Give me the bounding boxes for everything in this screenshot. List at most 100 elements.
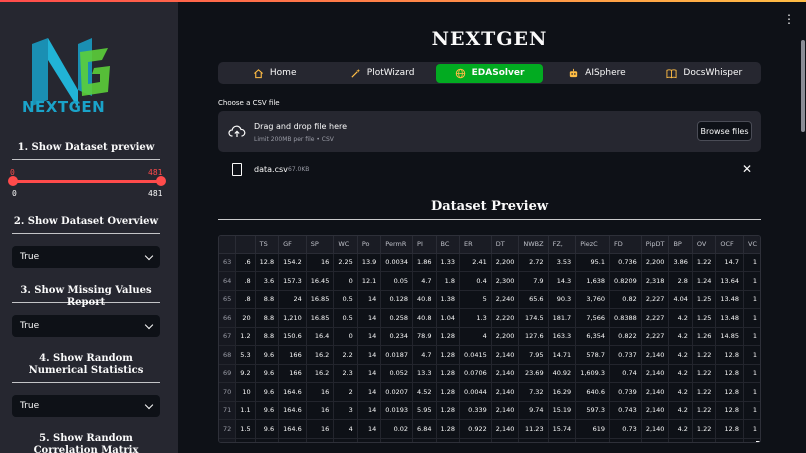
main-menu-icon[interactable]: ⋮ [783, 12, 795, 26]
table-cell: 13.48 [715, 290, 745, 309]
table-row-index: 69 [219, 364, 237, 383]
table-cell: 9.6 [255, 419, 280, 439]
table-cell: 1.28 [436, 327, 461, 346]
tab-edasolver[interactable]: EDASolver [435, 63, 544, 83]
table-cell: 40.92 [548, 364, 577, 383]
table-cell: 4.52 [412, 382, 437, 402]
chevron-down-icon [144, 400, 154, 409]
table-cell: 1.33 [436, 253, 461, 272]
table-cell: 1.28 [436, 364, 461, 383]
table-cell: 166 [278, 364, 307, 383]
table-cell: 2,140 [491, 382, 520, 402]
table-cell: 1.22 [692, 345, 717, 365]
tab-aisphere[interactable]: AISphere [543, 64, 650, 83]
tab-home[interactable]: Home [221, 64, 328, 83]
table-cell: 15.19 [548, 401, 577, 420]
table-cell: 0.74 [609, 364, 642, 383]
table-cell: 1.22 [692, 253, 717, 272]
table-column-header[interactable]: BC [436, 236, 461, 254]
divider [12, 159, 160, 160]
table-cell: 2,140 [491, 419, 520, 439]
table-column-header[interactable]: FD [609, 236, 642, 254]
divider [12, 233, 160, 234]
browse-files-button[interactable]: Browse files [697, 121, 752, 141]
dataset-overview-select[interactable]: True [12, 246, 160, 268]
table-cell: 7.9 [518, 271, 549, 291]
table-cell: 1.25 [692, 308, 717, 328]
table-column-header[interactable] [235, 236, 256, 254]
table-cell: 14 [357, 327, 382, 346]
table-cell: 13.64 [715, 271, 745, 291]
table-cell: 24 [278, 290, 307, 309]
page-scrollbar[interactable] [801, 40, 805, 132]
table-cell: 150.6 [278, 327, 307, 346]
table-row-index: 66 [219, 308, 237, 328]
table-cell: 14 [357, 308, 382, 328]
table-row: 731.39.6164.6162.5140.01413.891.280.0014… [219, 438, 760, 442]
chevron-down-icon [144, 251, 154, 260]
table-column-header[interactable]: PI [412, 236, 437, 254]
chevron-down-icon [144, 320, 154, 329]
table-cell: 0 [333, 327, 358, 346]
table-column-header[interactable]: SP [306, 236, 335, 254]
table-column-header[interactable]: PipDT [641, 236, 670, 254]
table-cell: 1 [743, 419, 760, 439]
table-column-header[interactable]: OCF [715, 236, 745, 254]
table-column-header[interactable]: PermR [380, 236, 414, 254]
sidebar-heading-correlation-matrix: 5. Show Random Correlation Matrix [33, 433, 139, 453]
table-cell: 2,140 [641, 345, 670, 365]
tab-label: Home [269, 68, 297, 78]
range-slider-track[interactable] [12, 180, 162, 183]
table-cell: 2,140 [491, 345, 520, 365]
table-cell: 1 [743, 345, 760, 365]
table-cell: 5 [459, 290, 492, 309]
file-dropzone[interactable]: Drag and drop file here Limit 200MB per … [218, 111, 761, 152]
table-cell: 95.1 [575, 253, 610, 272]
table-cell: 0.4 [459, 271, 492, 291]
table-cell: 154.2 [278, 253, 307, 272]
table-column-header[interactable]: FZ, [548, 236, 577, 254]
remove-file-close-icon[interactable]: ✕ [742, 162, 752, 176]
table-column-header[interactable]: NWBZ [518, 236, 549, 254]
table-column-header[interactable]: OV [692, 236, 717, 254]
missing-values-select[interactable]: True [12, 315, 160, 337]
table-cell: 4 [333, 419, 358, 439]
table-cell: 1.28 [436, 438, 461, 442]
numerical-statistics-select[interactable]: True [12, 395, 160, 417]
table-cell: 2.8 [668, 271, 693, 291]
table-column-header[interactable]: WC [333, 236, 358, 254]
table-column-header[interactable]: DT [491, 236, 520, 254]
table-column-header[interactable]: GF [278, 236, 307, 254]
table-cell: 14 [357, 364, 382, 383]
globe-icon [455, 68, 465, 78]
table-row-index: 63 [219, 253, 237, 272]
table-column-header[interactable]: ER [459, 236, 492, 254]
table-cell: 16 [306, 253, 335, 272]
table-cell: 14.3 [548, 271, 577, 291]
divider [12, 382, 160, 383]
tab-plotwizard[interactable]: PlotWizard [328, 64, 435, 83]
slider-high-handle[interactable] [156, 176, 166, 186]
table-cell: 0.0207 [380, 382, 414, 402]
dataset-preview-table[interactable]: TS GF SP WC Po PermR PI BC ER DT NWBZ FZ, PiezC FD Pip… [218, 235, 761, 443]
table-cell: 9.2 [235, 364, 256, 383]
table-column-header[interactable]: BP [668, 236, 693, 254]
table-cell: 2,300 [491, 271, 520, 291]
table-column-header[interactable]: Po [357, 236, 382, 254]
table-cell: 2,140 [491, 364, 520, 383]
table-cell: 9.6 [255, 382, 280, 402]
slider-low-handle[interactable] [8, 176, 18, 186]
table-row: 66 20 8.8 1,210 16.85 0.5 14 0.258 40.8 1.04 1.3 2,… [219, 308, 760, 328]
table-cell: 16 [306, 382, 335, 402]
table-column-header[interactable]: PiezC [575, 236, 610, 254]
table-cell: 1,210 [278, 308, 307, 328]
table-cell: 12.8 [715, 382, 745, 402]
table-cell: 12.8 [255, 253, 280, 272]
table-cell: 1.22 [692, 438, 717, 442]
table-column-header[interactable]: TS [255, 236, 280, 254]
table-column-header[interactable]: VC [743, 236, 760, 254]
table-cell: 1.28 [436, 382, 461, 402]
tab-docswhisper[interactable]: DocsWhisper [651, 64, 758, 83]
table-cell: 578.7 [575, 345, 610, 365]
table-cell: 1.26 [692, 327, 717, 346]
